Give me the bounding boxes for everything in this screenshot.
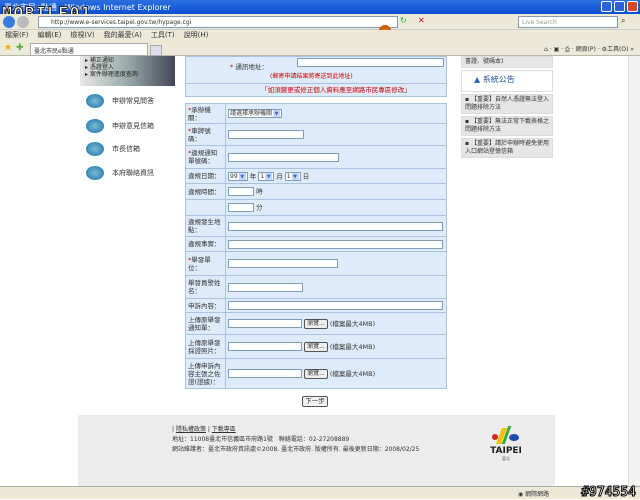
announce-header: ▲ 系統公告 bbox=[461, 70, 553, 92]
link-case-progress[interactable]: ▸ 案件辦理進度查詢 bbox=[85, 71, 170, 78]
upload-photo-field[interactable] bbox=[228, 342, 302, 351]
close-button[interactable] bbox=[627, 1, 638, 12]
next-button[interactable]: 下一步 bbox=[302, 396, 328, 407]
taipei-logo: TAIPEI 臺北 bbox=[486, 426, 526, 466]
browse-button[interactable]: 瀏覽... bbox=[304, 341, 328, 352]
add-favorite-icon[interactable]: ✚ bbox=[16, 43, 24, 53]
menu-edit[interactable]: 編輯(E) bbox=[38, 31, 62, 39]
internet-zone: ◉ 網際網路 bbox=[518, 491, 550, 498]
stop-icon[interactable]: ✕ bbox=[418, 16, 425, 25]
back-icon[interactable] bbox=[3, 16, 15, 28]
profile-note: 「如須變更或修正個人資料應至網路市民專區修改」 bbox=[185, 83, 447, 97]
search-input[interactable]: Live Search bbox=[518, 16, 618, 28]
download-link[interactable]: 下載專區 bbox=[212, 426, 236, 433]
upload-notice-field[interactable] bbox=[228, 319, 302, 328]
link-correction-notice[interactable]: ▸ 補正通知 bbox=[85, 57, 170, 64]
address-field[interactable] bbox=[297, 58, 444, 67]
menu-view[interactable]: 檢視(V) bbox=[70, 31, 94, 39]
forward-icon[interactable] bbox=[17, 16, 29, 28]
location-field[interactable] bbox=[228, 221, 443, 231]
contact-icon bbox=[86, 166, 104, 180]
page-content: ▸ 補正通知 ▸ 憑證登入 ▸ 案件辦理進度查詢 申辦常見問答 申辦意見信箱 市… bbox=[0, 56, 628, 486]
mailbox-icon bbox=[86, 119, 104, 133]
minute-field[interactable] bbox=[228, 203, 254, 212]
appeal-content-field[interactable] bbox=[228, 301, 443, 310]
announcement-item[interactable]: ▪ 【重要】請於申辦時避免使用入口網站登憶信箱 bbox=[461, 138, 553, 158]
right-panel: 書證、號碼本) ▲ 系統公告 ▪ 【重要】自然人憑證無法登入問題排除方法 ▪ 【… bbox=[461, 56, 553, 160]
issuing-unit-field[interactable] bbox=[228, 259, 338, 268]
sidebar-item-mayor-mailbox[interactable]: 市長信箱 bbox=[86, 142, 140, 156]
menu-tools[interactable]: 工具(T) bbox=[151, 31, 175, 39]
tab-current[interactable]: 臺北市民e點通 bbox=[30, 43, 148, 56]
plate-field[interactable] bbox=[228, 130, 304, 139]
announcement-item[interactable]: ▪ 【重要】無法正常下載表格之問題排除方法 bbox=[461, 116, 553, 136]
link-cert-login[interactable]: ▸ 憑證登入 bbox=[85, 64, 170, 71]
vertical-scrollbar[interactable] bbox=[628, 56, 640, 486]
agency-select[interactable]: 請選擇承辦機關 ▼ bbox=[228, 109, 283, 118]
officer-name-field[interactable] bbox=[228, 282, 303, 292]
tools-menu[interactable]: 工具(O) bbox=[607, 46, 628, 53]
sidebar-banner: ▸ 補正通知 ▸ 憑證登入 ▸ 案件辦理進度查詢 bbox=[80, 56, 175, 86]
menu-favorites[interactable]: 我的最愛(A) bbox=[104, 31, 142, 39]
search-icon[interactable]: ⌕ bbox=[621, 16, 625, 26]
letter-icon bbox=[86, 142, 104, 156]
maximize-button[interactable] bbox=[614, 1, 625, 12]
chevron-down-icon: ▼ bbox=[273, 110, 281, 117]
new-tab-button[interactable] bbox=[150, 45, 162, 56]
appeal-form: *承辦機關： 請選擇承辦機關 ▼ *車牌號碼： *違規通知單號碼： 違規日期： 99… bbox=[185, 103, 447, 389]
sidebar-item-feedback[interactable]: 申辦意見信箱 bbox=[86, 119, 154, 133]
triangle-icon: ▲ bbox=[474, 75, 481, 84]
month-select[interactable]: 1 ▼ bbox=[258, 171, 275, 181]
year-select[interactable]: 99 ▼ bbox=[228, 171, 248, 181]
command-bar: ⌂ · ▣ · ⎙ · 網頁(P) · ⚙工具(O) » bbox=[544, 46, 634, 53]
address-input[interactable]: http://www.e-services.taipei.gov.tw/hypa… bbox=[38, 16, 398, 28]
violation-fact-field[interactable] bbox=[228, 239, 443, 249]
status-bar: ◉ 網際網路 bbox=[0, 486, 640, 499]
footer: | 隱私權政策 | 下載專區 地址：11008臺北市信義區市府路1號 聯絡電話：… bbox=[78, 415, 555, 486]
menu-bar: 檔案(F) 編輯(E) 檢視(V) 我的最愛(A) 工具(T) 說明(H) bbox=[0, 30, 640, 41]
sidebar-item-faq[interactable]: 申辦常見問答 bbox=[86, 94, 154, 108]
image-id-watermark: #974554 bbox=[581, 485, 637, 500]
faq-icon bbox=[86, 94, 104, 108]
page-menu[interactable]: 網頁(P) bbox=[576, 46, 596, 53]
upload-evidence-field[interactable] bbox=[228, 369, 302, 378]
announcement-item[interactable]: ▪ 【重要】自然人憑證無法登入問題排除方法 bbox=[461, 94, 553, 114]
minimize-button[interactable] bbox=[601, 1, 612, 12]
favorites-star-icon[interactable]: ★ bbox=[4, 43, 12, 53]
sidebar-item-contact[interactable]: 本府聯絡資訊 bbox=[86, 166, 154, 180]
menu-file[interactable]: 檔案(F) bbox=[5, 31, 29, 39]
title-bar: 臺北市民e點通 - Windows Internet Explorer bbox=[0, 0, 640, 14]
refresh-icon[interactable]: ↻ bbox=[400, 16, 407, 25]
address-row: * 通訊地址： (郵寄申請結果將寄送到此地址) bbox=[185, 56, 447, 84]
browse-button[interactable]: 瀏覽... bbox=[304, 318, 328, 329]
menu-help[interactable]: 說明(H) bbox=[184, 31, 209, 39]
ticket-number-field[interactable] bbox=[228, 152, 339, 162]
browse-button[interactable]: 瀏覽... bbox=[304, 368, 328, 379]
privacy-link[interactable]: 隱私權政策 bbox=[176, 426, 206, 433]
hour-field[interactable] bbox=[228, 187, 254, 196]
day-select[interactable]: 1 ▼ bbox=[284, 171, 301, 181]
